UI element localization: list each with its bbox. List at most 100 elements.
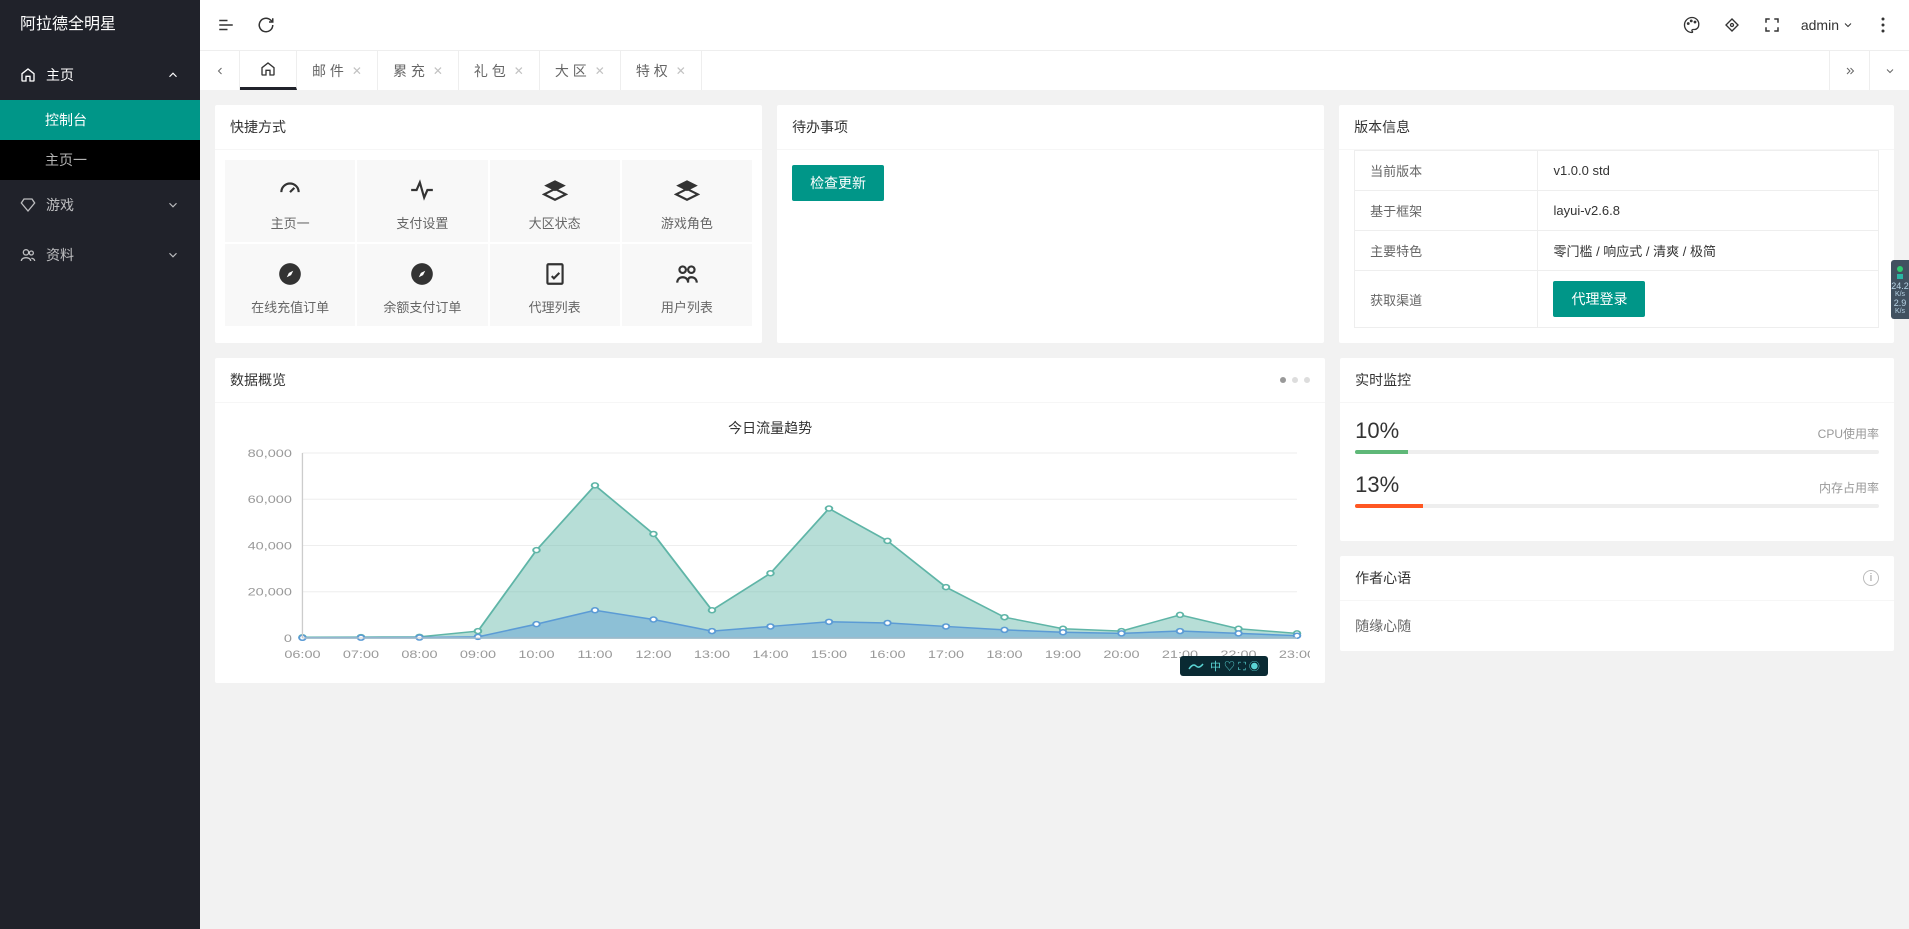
quick-label: 主页一 [225,213,355,232]
card-author: 作者心语 i 随缘心随 [1340,556,1894,651]
tab-region[interactable]: 大 区 ✕ [540,51,621,90]
refresh-button[interactable] [255,14,277,36]
check-update-button[interactable]: 检查更新 [792,165,884,201]
author-text: 随缘心随 [1355,618,1411,634]
doc-edit-icon [490,259,620,289]
close-icon[interactable]: ✕ [514,64,524,78]
version-value: layui-v2.6.8 [1538,191,1879,231]
version-value: 零门槛 / 响应式 / 清爽 / 极简 [1538,231,1879,271]
card-title: 快捷方式 [230,117,286,137]
info-icon[interactable]: i [1863,570,1879,586]
svg-text:23:00: 23:00 [1279,648,1310,661]
quick-people[interactable]: 用户列表 [622,244,752,326]
quick-layers[interactable]: 大区状态 [490,160,620,242]
svg-text:16:00: 16:00 [869,648,905,661]
monitor-label: CPU使用率 [1818,425,1879,442]
svg-text:11:00: 11:00 [577,648,612,661]
agent-login-button[interactable]: 代理登录 [1553,281,1645,317]
quick-gauge[interactable]: 主页一 [225,160,355,242]
svg-text:14:00: 14:00 [752,648,788,661]
svg-text:17:00: 17:00 [928,648,964,661]
svg-text:07:00: 07:00 [343,648,379,661]
theme-button[interactable] [1681,14,1703,36]
tab-scroll-right[interactable] [1829,51,1869,90]
sidebar-item-label: 主页 [46,65,74,85]
close-icon[interactable]: ✕ [433,64,443,78]
close-icon[interactable]: ✕ [676,64,686,78]
more-button[interactable] [1872,14,1894,36]
quick-label: 用户列表 [622,297,752,316]
svg-text:10:00: 10:00 [518,648,554,661]
sidebar-item-label: 游戏 [46,195,74,215]
svg-text:06:00: 06:00 [284,648,320,661]
ime-indicator[interactable]: 中 ♡ ⛶ ◉ [1180,656,1268,676]
quick-compass-dark[interactable]: 余额支付订单 [357,244,487,326]
tab-bar: 邮 件 ✕ 累 充✕ 礼 包 ✕ 大 区 ✕ 特 权 ✕ [200,50,1909,90]
svg-text:0: 0 [284,632,292,645]
tab-label: 特 权 [636,61,668,81]
ime-text: 中 ♡ ⛶ ◉ [1210,658,1260,674]
version-key: 基于框架 [1355,191,1538,231]
layers-icon [622,175,752,205]
version-row: 主要特色零门槛 / 响应式 / 清爽 / 极简 [1355,231,1879,271]
tab-leichon[interactable]: 累 充✕ [378,51,459,90]
layers-icon [490,175,620,205]
users-icon [20,247,36,263]
tab-gift[interactable]: 礼 包 ✕ [459,51,540,90]
sidebar-toggle-button[interactable] [215,14,237,36]
close-icon[interactable]: ✕ [595,64,605,78]
version-value: v1.0.0 std [1538,151,1879,191]
card-todo: 待办事项 检查更新 [777,105,1324,343]
tab-scroll-left[interactable] [200,51,240,90]
card-title: 待办事项 [792,117,848,137]
quick-label: 余额支付订单 [357,297,487,316]
version-key: 获取渠道 [1355,271,1538,328]
sidebar-subitem-home1[interactable]: 主页一 [0,140,200,180]
quick-label: 大区状态 [490,213,620,232]
sidebar-item-profile[interactable]: 资料 [0,230,200,280]
tab-mail[interactable]: 邮 件 ✕ [297,51,378,90]
upload-speed: 24.2 [1891,281,1909,291]
user-menu[interactable]: admin [1801,17,1854,33]
quick-pulse[interactable]: 支付设置 [357,160,487,242]
version-key: 当前版本 [1355,151,1538,191]
people-icon [622,259,752,289]
tab-menu-button[interactable] [1869,51,1909,90]
tab-label: 邮 件 [312,61,344,81]
carousel-dots[interactable] [1280,377,1310,383]
quick-layers[interactable]: 游戏角色 [622,160,752,242]
monitor-item: 13%内存占用率 [1355,472,1879,508]
compass-dark-icon [225,259,355,289]
chart-title: 今日流量趋势 [230,418,1310,438]
svg-text:08:00: 08:00 [401,648,437,661]
network-monitor-widget[interactable]: 24.2 K/s 2.9 K/s [1891,260,1909,319]
svg-text:15:00: 15:00 [811,648,847,661]
quick-doc-edit[interactable]: 代理列表 [490,244,620,326]
svg-text:20,000: 20,000 [248,585,292,598]
quick-compass-dark[interactable]: 在线充值订单 [225,244,355,326]
note-button[interactable] [1721,14,1743,36]
version-row: 当前版本v1.0.0 std [1355,151,1879,191]
tab-label: 礼 包 [474,61,506,81]
pulse-icon [357,175,487,205]
svg-text:19:00: 19:00 [1045,648,1081,661]
tab-label: 大 区 [555,61,587,81]
card-data-overview: 数据概览 今日流量趋势 020,00040,00060,00080,00006:… [215,358,1325,683]
tab-home[interactable] [240,51,297,90]
quick-label: 支付设置 [357,213,487,232]
card-title: 实时监控 [1355,370,1411,390]
card-quick-actions: 快捷方式 主页一支付设置大区状态游戏角色在线充值订单余额支付订单代理列表用户列表 [215,105,762,343]
close-icon[interactable]: ✕ [352,64,362,78]
svg-text:60,000: 60,000 [248,493,292,506]
fullscreen-button[interactable] [1761,14,1783,36]
sidebar-item-game[interactable]: 游戏 [0,180,200,230]
tab-privilege[interactable]: 特 权 ✕ [621,51,702,90]
progress-bar [1355,450,1879,454]
sidebar-item-home[interactable]: 主页 [0,50,200,100]
card-version: 版本信息 当前版本v1.0.0 std基于框架layui-v2.6.8主要特色零… [1339,105,1894,343]
sidebar: 阿拉德全明星 主页 控制台 主页一 游戏 [0,0,200,929]
card-title: 作者心语 [1355,568,1411,588]
monitor-value: 13% [1355,472,1399,498]
sidebar-subitem-console[interactable]: 控制台 [0,100,200,140]
version-key: 主要特色 [1355,231,1538,271]
